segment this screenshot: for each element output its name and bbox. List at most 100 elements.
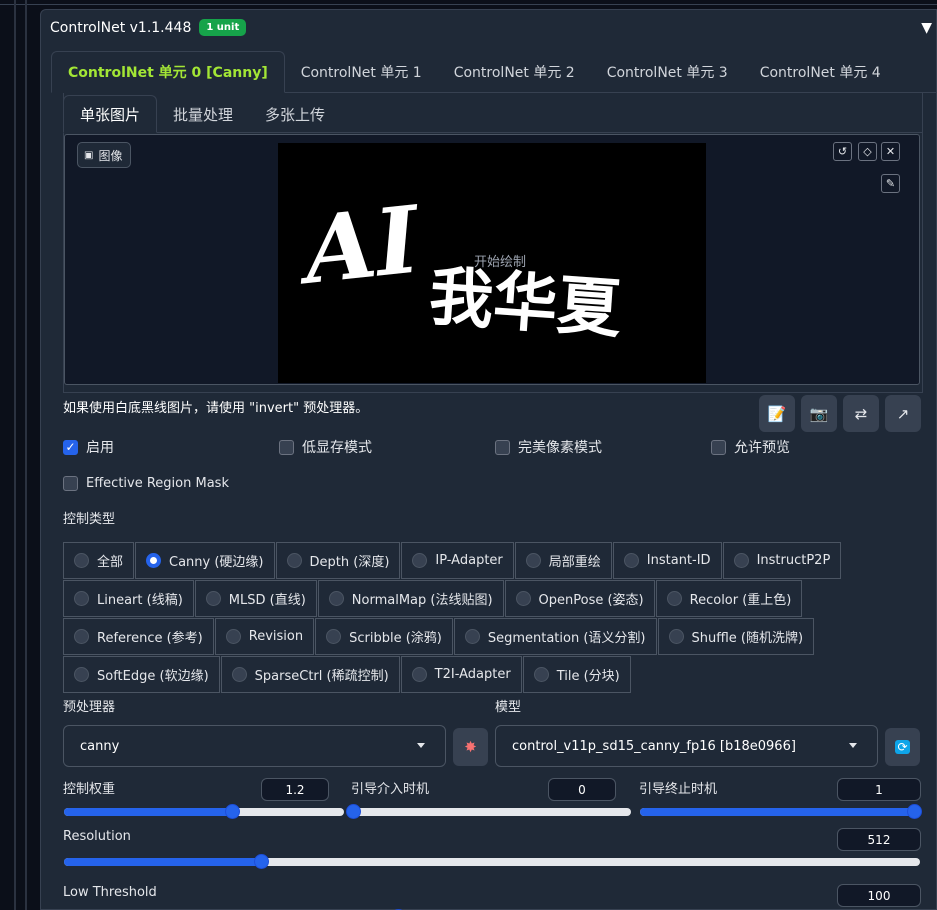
undo-icon[interactable]: ↺ [833,142,852,161]
run-preprocessor-button[interactable]: ✸ [453,728,488,766]
slider-handle[interactable] [225,804,240,819]
end-input[interactable]: 1 [837,778,921,801]
image-icon: ▣ [84,149,94,161]
send-button[interactable]: ↗ [885,395,921,432]
close-icon[interactable]: ✕ [881,142,900,161]
resolution-slider[interactable] [64,854,920,869]
panel-title: ControlNet v1.1.448 [50,19,192,36]
control-type-option[interactable]: MLSD (直线) [194,580,317,617]
tab-unit-1[interactable]: ControlNet 单元 1 [285,51,438,93]
radio-icon [146,553,162,568]
tab-unit-0[interactable]: ControlNet 单元 0 [Canny] [51,51,285,93]
control-type-option[interactable]: NormalMap (法线贴图) [317,580,504,617]
image-label: ▣ 图像 [77,142,132,168]
tab-multi-upload[interactable]: 多张上传 [249,95,341,133]
control-type-option[interactable]: 局部重绘 [514,542,612,579]
control-type-option[interactable]: InstructP2P [722,542,842,579]
low-threshold-input[interactable]: 100 [837,884,921,907]
preprocessor-select[interactable]: canny [63,725,446,767]
image-label-text: 图像 [98,148,123,163]
control-type-option[interactable]: Scribble (涂鸦) [315,618,453,655]
canny-art: AI 我华夏 开始绘制 [291,185,625,347]
swap-button[interactable]: ⇄ [843,395,879,432]
chevron-down-icon [417,743,425,748]
allow-preview-label: 允许预览 [734,440,790,456]
swap-icon: ⇄ [854,404,868,423]
control-type-option[interactable]: SparseCtrl (稀疏控制) [220,656,400,693]
control-type-option-label: Instant-ID [646,553,711,568]
control-type-option[interactable]: Reference (参考) [63,618,214,655]
control-type-option[interactable]: Depth (深度) [275,542,401,579]
refresh-icon: ⟳ [895,740,910,754]
controlnet-panel: ControlNet v1.1.448 1 unit ▼ ControlNet … [40,9,937,910]
control-type-option-label: 全部 [97,555,124,570]
control-type-option[interactable]: OpenPose (姿态) [504,580,655,617]
radio-icon [225,629,241,644]
tab-unit-3[interactable]: ControlNet 单元 3 [591,51,744,93]
control-type-option[interactable]: 全部 [63,542,135,579]
control-type-option-label: Recolor (重上色) [689,593,792,608]
edit-icon: 📝 [767,404,787,423]
tab-unit-2[interactable]: ControlNet 单元 2 [438,51,591,93]
radio-icon [623,553,639,568]
slider-handle[interactable] [907,804,922,819]
weight-slider[interactable] [64,804,344,819]
allow-preview-checkbox[interactable]: 允许预览 [711,437,790,457]
unit-count-badge: 1 unit [199,19,247,36]
control-type-option[interactable]: T2I-Adapter [400,656,522,693]
control-type-option[interactable]: IP-Adapter [401,542,514,579]
lowvram-checkbox[interactable]: 低显存模式 [279,437,372,457]
control-type-option-label: Lineart (线稿) [97,593,183,608]
control-type-option-label: T2I-Adapter [434,667,511,682]
control-type-row: Lineart (线稿) MLSD (直线) NormalMap (法线贴图) Ope… [63,580,923,617]
end-slider[interactable] [640,804,922,819]
control-type-option[interactable]: Segmentation (语义分割) [453,618,657,655]
low-threshold-label: Low Threshold [63,885,157,900]
resolution-input[interactable]: 512 [837,828,921,851]
resolution-label: Resolution [63,829,131,844]
control-type-option-label: Shuffle (随机洗牌) [691,631,804,646]
start-input[interactable]: 0 [548,778,616,801]
slider-handle[interactable] [346,804,361,819]
control-type-row: SoftEdge (软边缘) SparseCtrl (稀疏控制) T2I-Adapt… [63,656,923,693]
panel-header[interactable]: ControlNet v1.1.448 1 unit [50,19,247,36]
control-type-option[interactable]: Shuffle (随机洗牌) [657,618,815,655]
radio-icon [412,553,428,568]
weight-input[interactable]: 1.2 [261,778,329,801]
collapse-icon[interactable]: ▼ [921,20,932,36]
control-type-option[interactable]: Revision [214,618,315,655]
camera-button[interactable]: 📷 [801,395,837,432]
image-canvas[interactable]: AI 我华夏 开始绘制 [278,143,706,383]
control-type-option[interactable]: Recolor (重上色) [655,580,803,617]
control-type-option[interactable]: Lineart (线稿) [63,580,194,617]
invert-hint: 如果使用白底黑线图片，请使用 "invert" 预处理器。 [63,401,369,416]
left-gutter-line [14,0,16,910]
radio-icon [74,553,89,568]
model-label: 模型 [495,700,522,715]
refresh-models-button[interactable]: ⟳ [885,728,920,766]
model-select[interactable]: control_v11p_sd15_canny_fp16 [b18e0966] [495,725,878,767]
slider-fill [64,858,261,866]
radio-icon [286,553,302,568]
slider-handle[interactable] [253,854,269,869]
control-type-option[interactable]: Tile (分块) [522,656,631,693]
checkbox-icon [711,439,726,455]
control-type-row: 全部 Canny (硬边缘) Depth (深度) IP-Adapter 局部重绘 Ins… [63,542,923,579]
app-root: ControlNet v1.1.448 1 unit ▼ ControlNet … [0,0,937,910]
pixel-perfect-checkbox[interactable]: 完美像素模式 [495,437,602,457]
erase-icon[interactable]: ◇ [858,142,877,161]
checkbox-icon [279,439,294,455]
control-type-option[interactable]: SoftEdge (软边缘) [63,656,220,693]
control-type-option[interactable]: Instant-ID [612,542,722,579]
control-type-row: Reference (参考) Revision Scribble (涂鸦) Segme… [63,618,923,655]
edit-button[interactable]: 📝 [759,395,795,432]
tab-batch[interactable]: 批量处理 [157,95,249,133]
enable-checkbox[interactable]: ✓ 启用 [63,437,114,457]
start-slider[interactable] [346,804,631,819]
control-type-option-label: Revision [248,629,304,644]
tab-unit-4[interactable]: ControlNet 单元 4 [744,51,897,93]
tab-single-image[interactable]: 单张图片 [63,95,158,133]
effective-region-checkbox[interactable]: Effective Region Mask [63,476,229,491]
control-type-option[interactable]: Canny (硬边缘) [135,542,275,579]
brush-icon[interactable]: ✎ [881,174,900,193]
